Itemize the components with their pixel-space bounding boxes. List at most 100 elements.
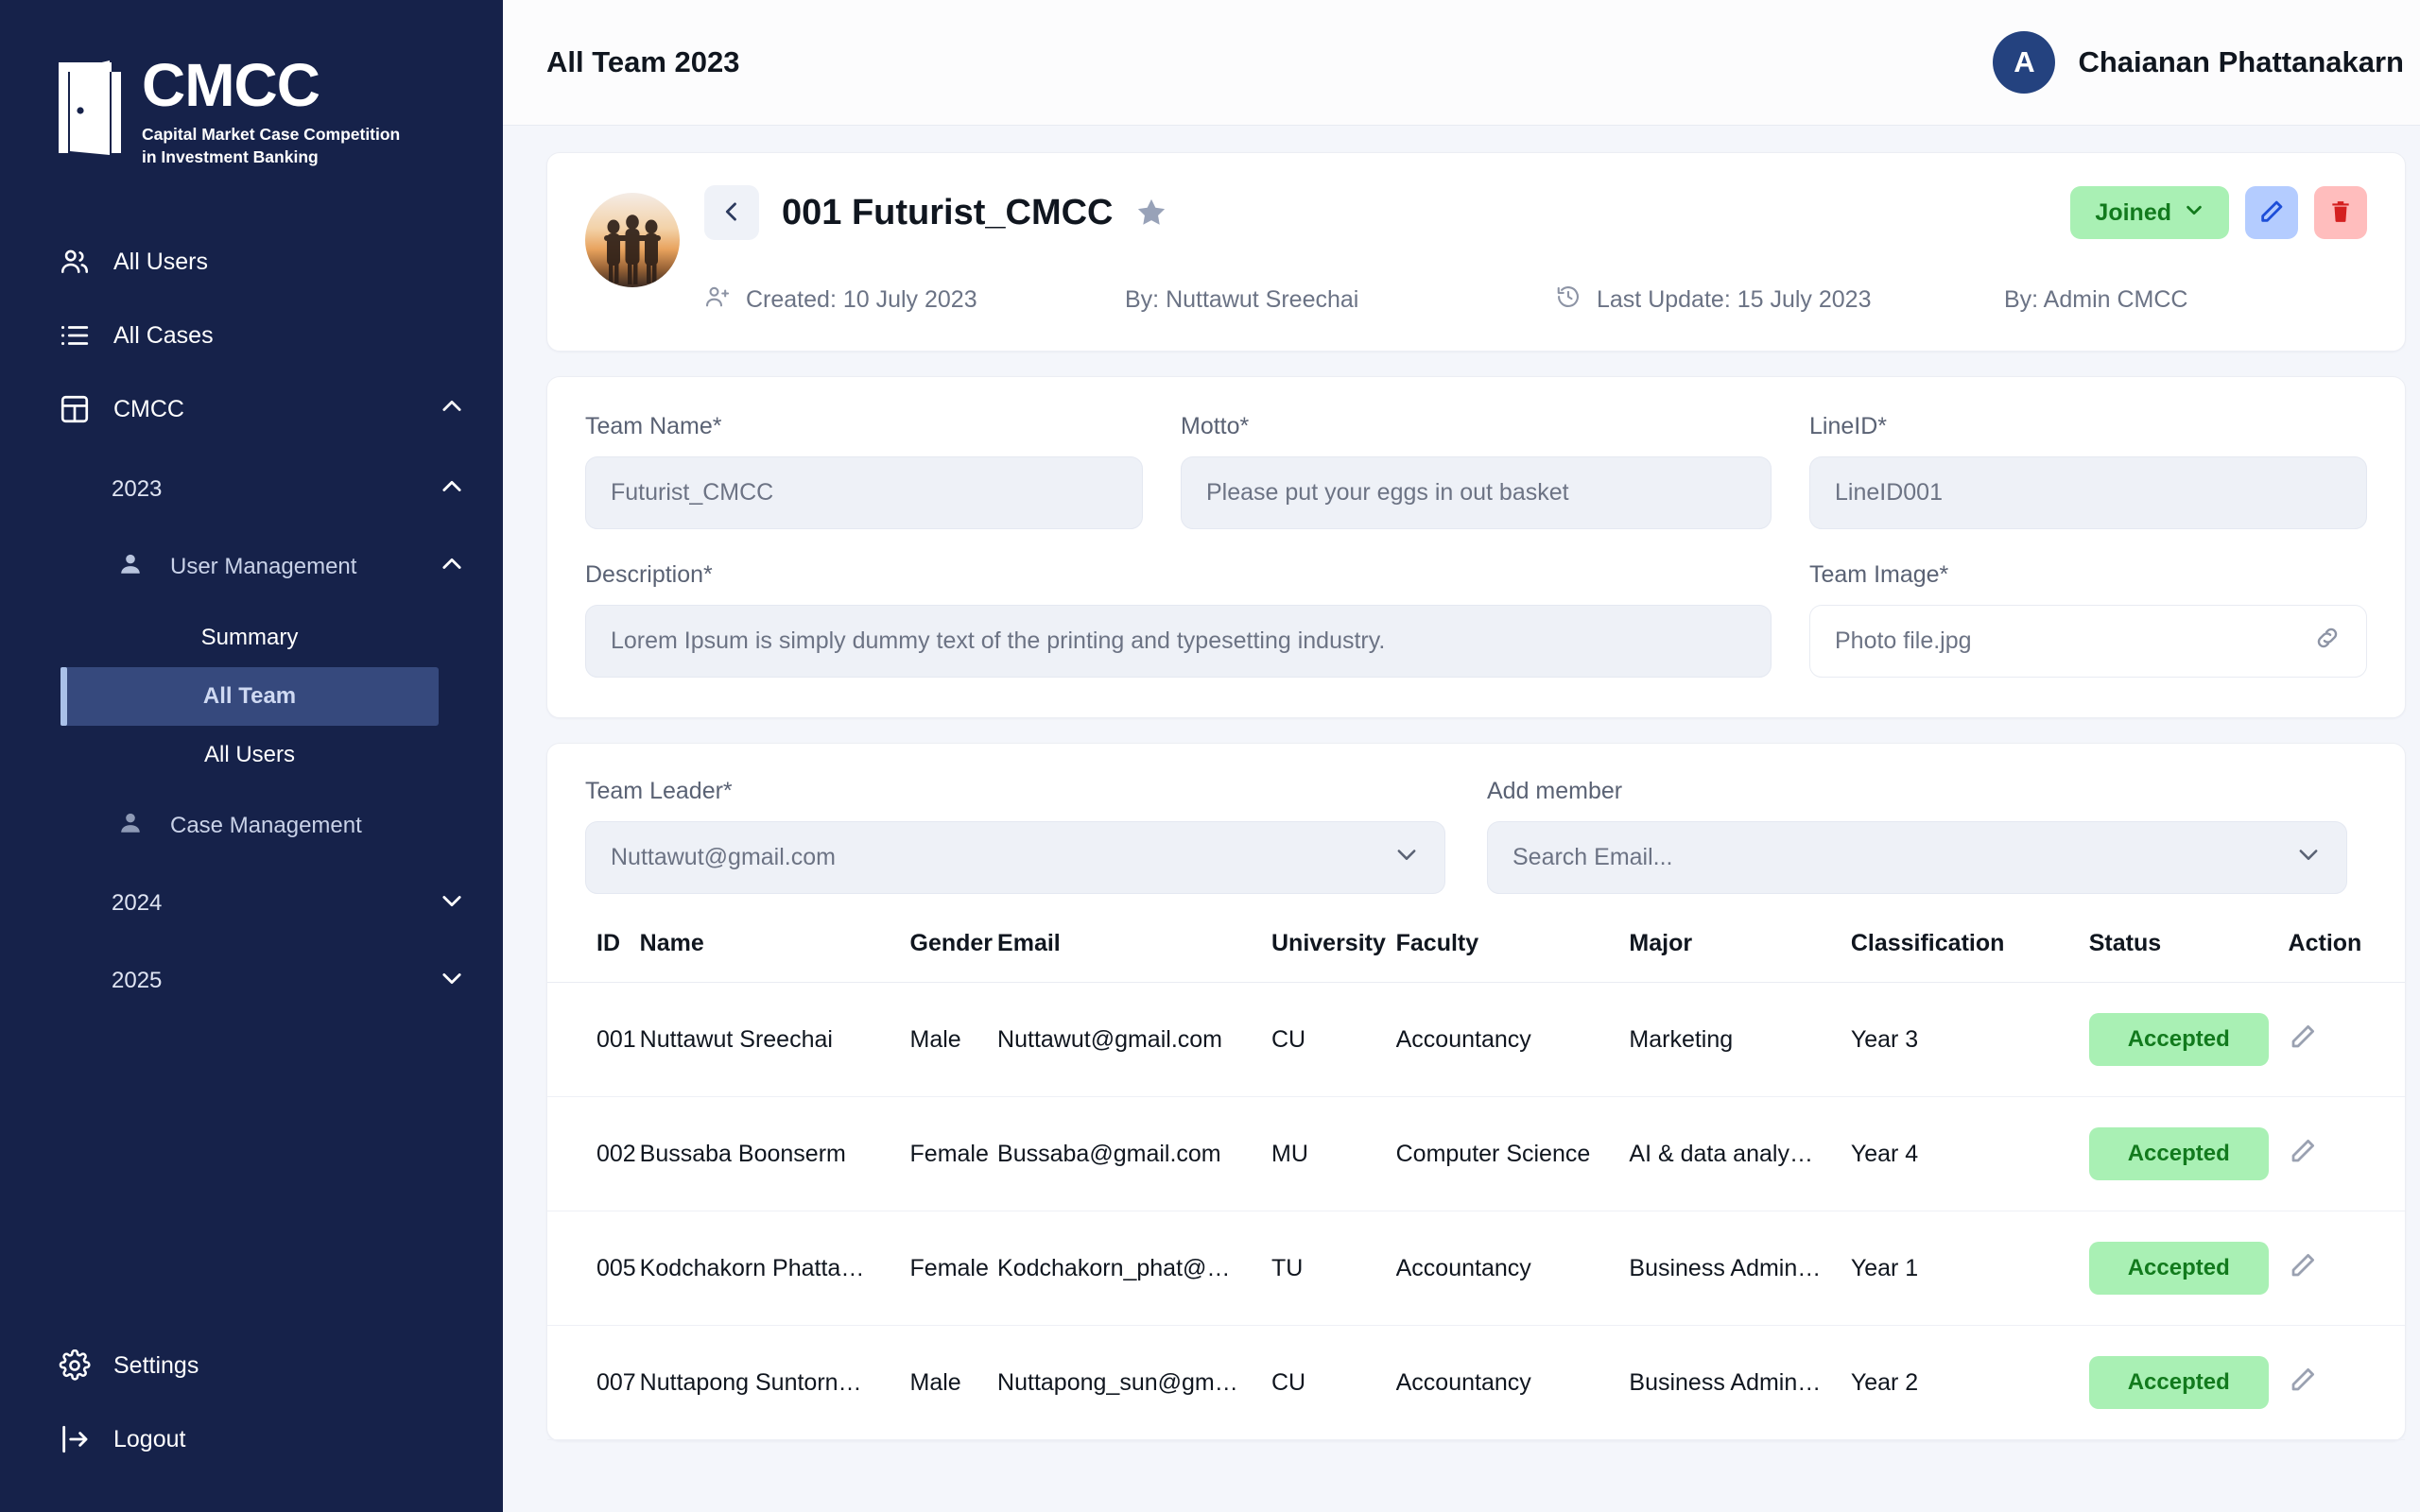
sidebar-item-all-team[interactable]: All Team [60, 667, 439, 726]
back-button[interactable] [704, 185, 759, 240]
brand-tagline: Capital Market Case Competition in Inves… [142, 124, 400, 168]
team-title-row: 001 Futurist_CMCC Joined [704, 185, 2367, 240]
chevron-down-icon [2295, 841, 2322, 874]
cell-university: CU [1271, 1326, 1396, 1440]
chevron-up-icon[interactable] [439, 473, 465, 507]
sidebar-year-label: 2024 [112, 890, 439, 917]
members-controls: Team Leader* Nuttawut@gmail.com Add memb… [547, 778, 2405, 894]
row-edit-pencil-icon[interactable] [2289, 1022, 2317, 1051]
sidebar-year-label: 2023 [112, 476, 439, 503]
column-header-name[interactable]: Name [640, 930, 910, 983]
motto-input[interactable]: Please put your eggs in out basket [1181, 456, 1772, 529]
sidebar-item-label: All Users [113, 249, 465, 276]
add-member-label: Add member [1487, 778, 2347, 805]
team-photo [585, 193, 680, 287]
sidebar-item-all-cases[interactable]: All Cases [0, 306, 503, 365]
team-leader-field-group: Team Leader* Nuttawut@gmail.com [585, 778, 1445, 894]
chevron-down-icon[interactable] [439, 965, 465, 998]
chevron-down-icon[interactable] [439, 887, 465, 920]
cell-action [2289, 1211, 2405, 1326]
sidebar: CMCC Capital Market Case Competition in … [0, 0, 503, 1512]
spacer [0, 516, 503, 541]
history-icon [1555, 284, 1582, 317]
sidebar-item-label: Logout [113, 1426, 465, 1453]
status-dropdown-joined[interactable]: Joined [2070, 186, 2229, 239]
sidebar-item-settings[interactable]: Settings [0, 1336, 503, 1395]
column-header-gender[interactable]: Gender [910, 930, 998, 983]
logout-icon [59, 1423, 98, 1455]
cell-status: Accepted [2089, 1211, 2289, 1326]
delete-team-button[interactable] [2314, 186, 2367, 239]
table-row[interactable]: 007 Nuttapong Suntorn… Male Nuttapong_su… [547, 1326, 2405, 1440]
cell-status: Accepted [2089, 983, 2289, 1097]
cell-email: Nuttapong_sun@gm… [997, 1326, 1271, 1440]
row-edit-pencil-icon[interactable] [2289, 1137, 2317, 1165]
sidebar-group-label: Case Management [170, 813, 465, 839]
chevron-up-icon[interactable] [439, 551, 465, 584]
cell-id: 007 [547, 1326, 640, 1440]
content-area: 001 Futurist_CMCC Joined [503, 126, 2420, 1512]
cell-faculty: Computer Science [1396, 1097, 1630, 1211]
updated-by-text: By: Admin CMCC [2004, 286, 2187, 314]
created-by-text: By: Nuttawut Sreechai [1125, 286, 1358, 314]
column-header-id[interactable]: ID [547, 930, 640, 983]
sidebar-item-year-2025[interactable]: 2025 [0, 954, 503, 1007]
team-image-input[interactable]: Photo file.jpg [1809, 605, 2367, 678]
column-header-classification[interactable]: Classification [1851, 930, 2089, 983]
sidebar-item-year-2024[interactable]: 2024 [0, 877, 503, 930]
line-id-input[interactable]: LineID001 [1809, 456, 2367, 529]
team-header-card: 001 Futurist_CMCC Joined [546, 152, 2406, 352]
table-row[interactable]: 001 Nuttawut Sreechai Male Nuttawut@gmai… [547, 983, 2405, 1097]
sidebar-item-case-management[interactable]: Case Management [0, 799, 503, 852]
chevron-up-icon[interactable] [439, 393, 465, 426]
team-leader-label: Team Leader* [585, 778, 1445, 805]
sidebar-item-year-2023[interactable]: 2023 [0, 463, 503, 516]
status-badge: Accepted [2089, 1127, 2269, 1180]
cell-major: AI & data analy… [1629, 1097, 1850, 1211]
column-header-major[interactable]: Major [1629, 930, 1850, 983]
cell-action [2289, 1326, 2405, 1440]
column-header-status[interactable]: Status [2089, 930, 2289, 983]
cell-faculty: Accountancy [1396, 1326, 1630, 1440]
sidebar-item-all-users-sub[interactable]: All Users [60, 726, 439, 784]
edit-team-button[interactable] [2245, 186, 2298, 239]
gear-icon [59, 1349, 98, 1382]
cell-major: Marketing [1629, 983, 1850, 1097]
team-image-value: Photo file.jpg [1835, 627, 1972, 655]
column-header-faculty[interactable]: Faculty [1396, 930, 1630, 983]
cell-name: Kodchakorn Phatta… [640, 1211, 910, 1326]
add-member-select[interactable]: Search Email... [1487, 821, 2347, 894]
sidebar-item-logout[interactable]: Logout [0, 1410, 503, 1469]
star-icon[interactable] [1134, 196, 1168, 230]
description-input[interactable]: Lorem Ipsum is simply dummy text of the … [585, 605, 1772, 678]
column-header-university[interactable]: University [1271, 930, 1396, 983]
team-name-label: Team Name* [585, 413, 1143, 440]
cell-email: Nuttawut@gmail.com [997, 983, 1271, 1097]
brand-name: CMCC [142, 55, 400, 115]
column-header-email[interactable]: Email [997, 930, 1271, 983]
team-leader-value: Nuttawut@gmail.com [611, 844, 836, 871]
cell-university: TU [1271, 1211, 1396, 1326]
sidebar-item-all-users[interactable]: All Users [0, 232, 503, 291]
sidebar-group-label: User Management [170, 554, 439, 580]
line-id-label: LineID* [1809, 413, 2367, 440]
sidebar-leaf-label: All Users [204, 742, 295, 768]
team-leader-select[interactable]: Nuttawut@gmail.com [585, 821, 1445, 894]
spacer [0, 593, 503, 609]
table-row[interactable]: 005 Kodchakorn Phatta… Female Kodchakorn… [547, 1211, 2405, 1326]
row-edit-pencil-icon[interactable] [2289, 1366, 2317, 1394]
link-icon[interactable] [2313, 624, 2342, 659]
members-card: Team Leader* Nuttawut@gmail.com Add memb… [546, 743, 2406, 1441]
line-id-field-group: LineID* LineID001 [1809, 413, 2367, 529]
user-menu[interactable]: A Chaianan Phattanakarn [1993, 31, 2404, 94]
row-edit-pencil-icon[interactable] [2289, 1251, 2317, 1280]
list-icon [59, 319, 98, 352]
chevron-left-icon [718, 198, 745, 228]
table-row[interactable]: 002 Bussaba Boonserm Female Bussaba@gmai… [547, 1097, 2405, 1211]
sidebar-item-summary[interactable]: Summary [60, 609, 439, 667]
chevron-down-icon [2184, 199, 2204, 227]
team-name-field-group: Team Name* Futurist_CMCC [585, 413, 1143, 529]
team-name-input[interactable]: Futurist_CMCC [585, 456, 1143, 529]
sidebar-item-user-management[interactable]: User Management [0, 541, 503, 593]
sidebar-item-cmcc[interactable]: CMCC [0, 380, 503, 438]
